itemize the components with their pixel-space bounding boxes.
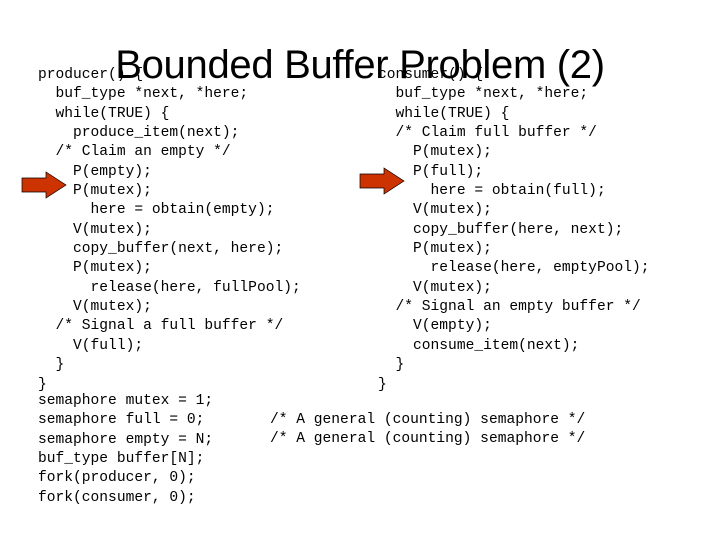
consumer-code-line: } <box>378 357 405 374</box>
producer-code-line: P(mutex); <box>38 183 152 200</box>
consumer-code-line: here = obtain(full); <box>378 183 606 200</box>
producer-code-line: P(empty); <box>38 163 152 180</box>
consumer-code-line: V(empty); <box>378 318 492 335</box>
declaration-code-line: buf_type buffer[N]; <box>38 451 205 468</box>
consumer-code-line: P(full); <box>378 163 484 180</box>
slide-canvas: Bounded Buffer Problem (2) producer() { … <box>0 0 720 540</box>
declarations-comment-block: /* A general (counting) semaphore */ /* A… <box>270 411 585 450</box>
consumer-code-block: consumer() { buf_type *next, *here; whil… <box>378 66 650 395</box>
declaration-code-line: fork(consumer, 0); <box>38 489 196 506</box>
producer-code-line: /* Claim an empty */ <box>38 144 231 161</box>
declaration-code-line: semaphore empty = N; <box>38 431 214 448</box>
consumer-code-line: /* Claim full buffer */ <box>378 125 597 142</box>
producer-code-line: buf_type *next, *here; <box>38 86 249 103</box>
declaration-comment-line: /* A general (counting) semaphore */ <box>270 431 586 448</box>
consumer-code-line: } <box>378 376 387 393</box>
left-pointer-arrow-icon <box>21 171 67 199</box>
producer-code-line: while(TRUE) { <box>38 105 170 122</box>
consumer-code-line: V(mutex); <box>378 279 492 296</box>
declaration-code-line: semaphore full = 0; <box>38 412 205 429</box>
consumer-code-line: P(mutex); <box>378 241 492 258</box>
consumer-code-line: consumer() { <box>378 67 484 83</box>
consumer-code-line: buf_type *next, *here; <box>378 86 589 103</box>
producer-code-line: /* Signal a full buffer */ <box>38 318 284 335</box>
declaration-code-line: fork(producer, 0); <box>38 470 196 487</box>
declarations-code-block: semaphore mutex = 1; semaphore full = 0; s… <box>38 392 213 508</box>
right-pointer-arrow-icon <box>359 167 405 195</box>
producer-code-line: V(mutex); <box>38 299 152 316</box>
producer-code-line: } <box>38 357 65 374</box>
producer-code-line: here = obtain(empty); <box>38 202 275 219</box>
consumer-code-line: P(mutex); <box>378 144 492 161</box>
producer-code-line: copy_buffer(next, here); <box>38 241 284 258</box>
declaration-comment-line: /* A general (counting) semaphore */ <box>270 412 586 428</box>
consumer-code-line: consume_item(next); <box>378 337 580 354</box>
consumer-code-line: copy_buffer(here, next); <box>378 221 624 238</box>
producer-code-line: V(full); <box>38 337 144 354</box>
producer-code-line: producer() { <box>38 67 144 83</box>
producer-code-line: P(mutex); <box>38 260 152 277</box>
producer-code-block: producer() { buf_type *next, *here; whil… <box>38 66 301 395</box>
consumer-code-line: V(mutex); <box>378 202 492 219</box>
producer-code-line: produce_item(next); <box>38 125 240 142</box>
producer-code-line: release(here, fullPool); <box>38 279 301 296</box>
producer-code-line: V(mutex); <box>38 221 152 238</box>
consumer-code-line: while(TRUE) { <box>378 105 510 122</box>
consumer-code-line: release(here, emptyPool); <box>378 260 650 277</box>
declaration-code-line: semaphore mutex = 1; <box>38 393 214 409</box>
consumer-code-line: /* Signal an empty buffer */ <box>378 299 641 316</box>
